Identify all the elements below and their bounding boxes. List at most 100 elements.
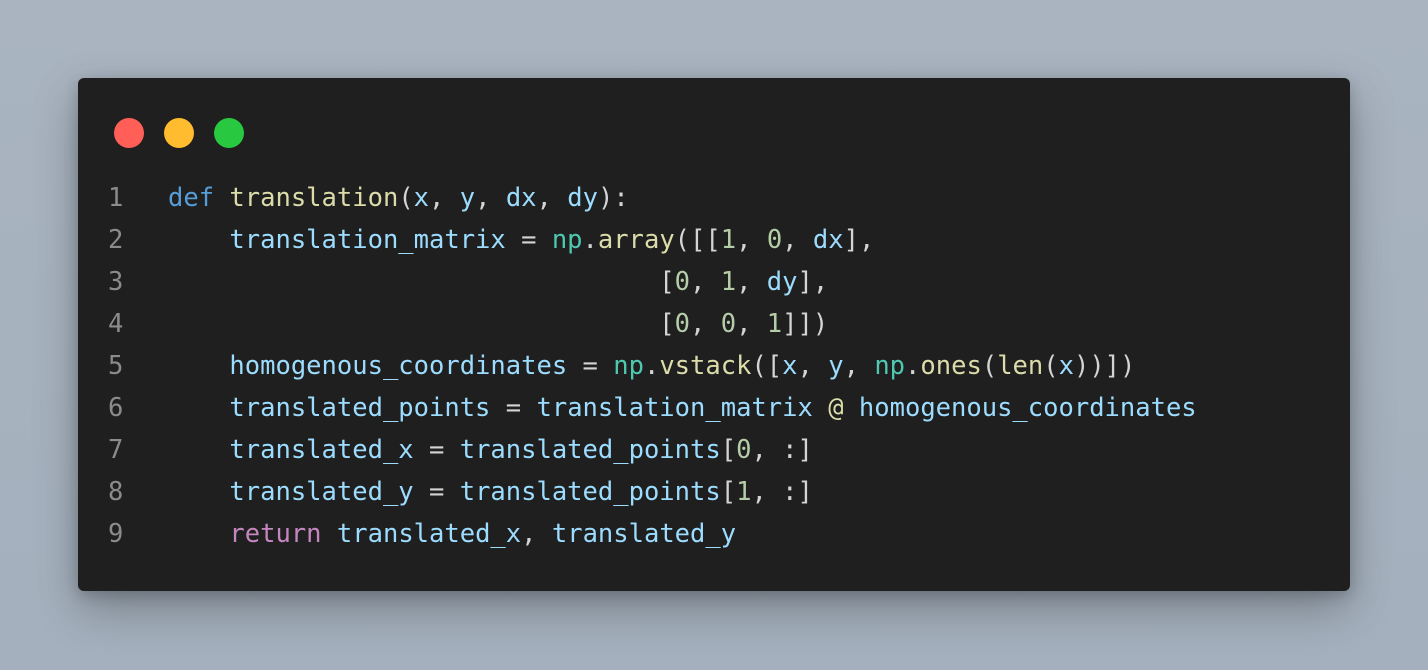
code-token: ], — [797, 267, 829, 297]
code-token: [ — [168, 267, 675, 297]
code-token: = — [413, 435, 460, 465]
line-number: 8 — [108, 477, 124, 507]
code-token: ones — [920, 351, 982, 381]
window-controls — [114, 118, 244, 148]
code-token: , — [736, 267, 767, 297]
code-token: dx — [812, 225, 844, 255]
code-token: dx — [505, 183, 537, 213]
code-window: 1 def translation(x, y, dx, dy): 2 transla… — [78, 78, 1350, 591]
code-token: vstack — [659, 351, 752, 381]
code-token: ]]) — [782, 309, 829, 339]
code-token: = — [567, 351, 614, 381]
code-line: 9 return translated_x, translated_y — [108, 513, 1330, 555]
code-line: 4 [0, 0, 1]]) — [108, 303, 1330, 345]
code-line: 7 translated_x = translated_points[0, :] — [108, 429, 1330, 471]
code-token: translated_points — [459, 477, 721, 507]
code-token: translated_points — [459, 435, 721, 465]
close-dot-icon[interactable] — [114, 118, 144, 148]
code-line: 8 translated_y = translated_points[1, :] — [108, 471, 1330, 513]
code-text: [0, 1, dy], — [168, 261, 828, 303]
code-token: ( — [1043, 351, 1059, 381]
line-number: 4 — [108, 309, 124, 339]
code-token: , — [475, 183, 506, 213]
code-line: 6 translated_points = translation_matrix… — [108, 387, 1330, 429]
code-text: translated_y = translated_points[1, :] — [168, 471, 813, 513]
code-token: def — [168, 183, 215, 213]
code-token: , — [797, 351, 829, 381]
code-line: 1 def translation(x, y, dx, dy): — [108, 177, 1330, 219]
line-number: 1 — [108, 183, 124, 213]
code-token: x — [782, 351, 798, 381]
code-token: translated_points — [229, 393, 491, 423]
code-token: np — [551, 225, 583, 255]
code-text: def translation(x, y, dx, dy): — [168, 177, 629, 219]
code-token: np — [874, 351, 906, 381]
code-token: 1 — [766, 309, 783, 339]
code-token: = — [413, 477, 460, 507]
code-token: 1 — [720, 225, 737, 255]
code-token: homogenous_coordinates — [229, 351, 568, 381]
code-token: ( — [398, 183, 414, 213]
code-token: ([ — [751, 351, 783, 381]
code-text: translated_points = translation_matrix @… — [168, 387, 1197, 429]
code-token: , — [536, 183, 568, 213]
code-token: , — [782, 225, 813, 255]
code-token: return — [229, 519, 322, 549]
code-text: translation_matrix = np.array([[1, 0, dx… — [168, 219, 874, 261]
code-token: np — [613, 351, 644, 381]
minimize-dot-icon[interactable] — [164, 118, 194, 148]
code-token: dy — [766, 267, 798, 297]
code-token: ): — [597, 183, 629, 213]
code-token: translated_y — [551, 519, 737, 549]
code-text: return translated_x, translated_y — [168, 513, 736, 555]
maximize-dot-icon[interactable] — [214, 118, 244, 148]
code-token: , — [736, 309, 767, 339]
code-token: array — [597, 225, 675, 255]
code-block: 1 def translation(x, y, dx, dy): 2 transla… — [108, 177, 1330, 555]
code-token: ( — [981, 351, 998, 381]
code-text: translated_x = translated_points[0, :] — [168, 429, 813, 471]
code-token: translation_matrix — [536, 393, 813, 423]
code-token: @ — [828, 393, 844, 423]
code-token: [ — [168, 309, 675, 339]
line-number: 9 — [108, 519, 124, 549]
code-token: x — [1058, 351, 1074, 381]
code-token: 1 — [736, 477, 752, 507]
code-token: , — [736, 225, 767, 255]
line-number: 2 — [108, 225, 124, 255]
code-token: translation — [229, 183, 399, 213]
code-token: 1 — [720, 267, 737, 297]
code-token: translated_y — [229, 477, 414, 507]
line-number: 7 — [108, 435, 124, 465]
code-token: . — [905, 351, 921, 381]
code-text: [0, 0, 1]]) — [168, 303, 828, 345]
code-token: len — [997, 351, 1044, 381]
code-line: 3 [0, 1, dy], — [108, 261, 1330, 303]
code-token: , :] — [751, 435, 813, 465]
code-token: 0 — [766, 225, 783, 255]
code-token: ], — [843, 225, 875, 255]
code-token: ))]) — [1073, 351, 1136, 381]
code-token: 0 — [674, 267, 690, 297]
code-text: homogenous_coordinates = np.vstack([x, y… — [168, 345, 1135, 387]
code-token: , — [843, 351, 875, 381]
code-token: , — [690, 309, 721, 339]
code-token: ([[ — [674, 225, 721, 255]
code-token: [ — [720, 477, 737, 507]
code-token: , :] — [751, 477, 813, 507]
code-token: , — [429, 183, 460, 213]
code-token: 0 — [674, 309, 690, 339]
code-token: y — [828, 351, 844, 381]
code-line: 2 translation_matrix = np.array([[1, 0, … — [108, 219, 1330, 261]
code-token: translated_x — [229, 435, 414, 465]
code-token: . — [643, 351, 660, 381]
code-token: , — [521, 519, 552, 549]
code-token: , — [690, 267, 721, 297]
code-token: homogenous_coordinates — [858, 393, 1197, 423]
code-token: dy — [567, 183, 598, 213]
